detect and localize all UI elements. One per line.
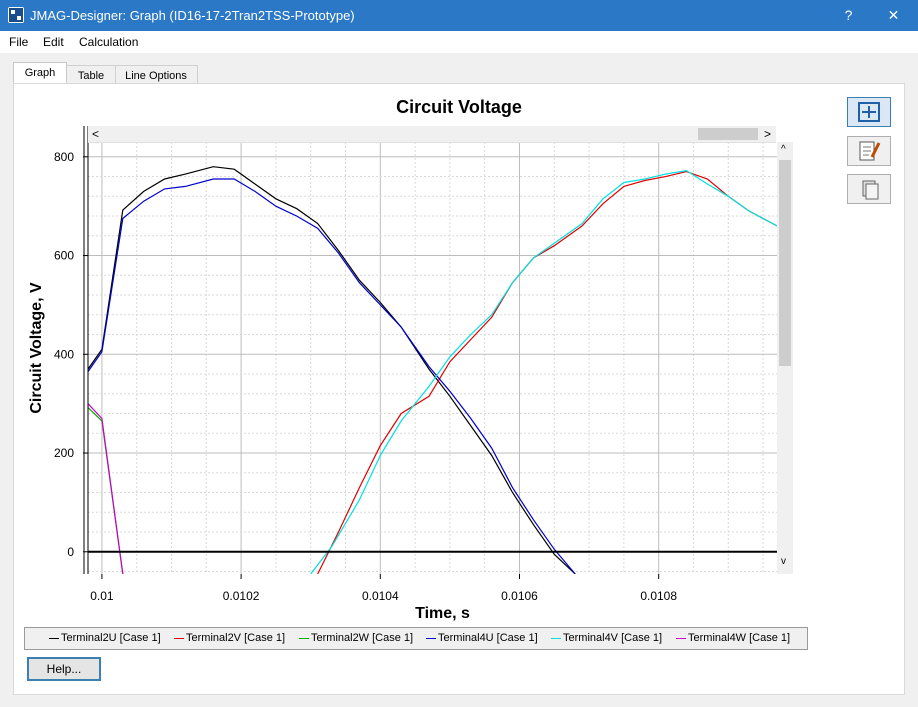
edit-notes-button[interactable] <box>847 136 891 166</box>
legend-item-terminal2w: Terminal2W [Case 1] <box>299 632 413 644</box>
chart-title: Circuit Voltage <box>396 97 522 117</box>
zoom-fit-icon <box>858 102 880 122</box>
tab-graph[interactable]: Graph <box>13 62 67 85</box>
legend-item-terminal4v: Terminal4V [Case 1] <box>551 632 662 644</box>
copy-icon <box>862 180 879 200</box>
menu-file[interactable]: File <box>9 35 28 49</box>
title-bar: JMAG-Designer: Graph (ID16-17-2Tran2TSS-… <box>0 0 918 31</box>
legend-label: Terminal2V [Case 1] <box>186 632 286 644</box>
legend-item-terminal2v: Terminal2V [Case 1] <box>174 632 285 644</box>
legend-label: Terminal4U [Case 1] <box>438 632 538 644</box>
menu-edit[interactable]: Edit <box>43 35 64 49</box>
edit-notes-icon <box>859 141 881 161</box>
scroll-right-arrow-icon[interactable]: > <box>764 126 771 142</box>
copy-button[interactable] <box>847 174 891 204</box>
legend-label: Terminal4W [Case 1] <box>688 632 791 644</box>
legend-swatch <box>174 637 184 639</box>
scroll-down-arrow-icon[interactable]: v <box>781 556 786 567</box>
legend-item-terminal4u: Terminal4U [Case 1] <box>426 632 538 644</box>
help-title-button[interactable]: ? <box>826 0 871 31</box>
graph-tab-page <box>13 83 905 695</box>
help-button[interactable]: Help... <box>27 657 101 681</box>
vertical-scroll-thumb[interactable] <box>779 160 791 366</box>
legend-item-terminal2u: Terminal2U [Case 1] <box>49 632 161 644</box>
horizontal-scrollbar[interactable]: < > <box>88 126 776 143</box>
legend-label: Terminal2U [Case 1] <box>61 632 161 644</box>
legend-item-terminal4w: Terminal4W [Case 1] <box>676 632 790 644</box>
window-title: JMAG-Designer: Graph (ID16-17-2Tran2TSS-… <box>30 8 355 23</box>
legend-label: Terminal2W [Case 1] <box>311 632 414 644</box>
legend-swatch <box>676 637 686 639</box>
chart-legend: Terminal2U [Case 1] Terminal2V [Case 1] … <box>24 627 808 650</box>
menu-calculation[interactable]: Calculation <box>79 35 138 49</box>
legend-label: Terminal4V [Case 1] <box>563 632 663 644</box>
horizontal-scroll-thumb[interactable] <box>698 128 758 140</box>
zoom-fit-button[interactable] <box>847 97 891 127</box>
vertical-scrollbar[interactable]: ^ v <box>777 142 793 574</box>
legend-swatch <box>299 637 309 639</box>
menu-bar: File Edit Calculation <box>0 31 918 53</box>
legend-swatch <box>426 637 436 639</box>
legend-swatch <box>551 637 561 639</box>
close-window-button[interactable]: ✕ <box>871 0 916 31</box>
jmag-app-icon <box>8 7 24 23</box>
scroll-left-arrow-icon[interactable]: < <box>92 126 99 142</box>
scroll-up-arrow-icon[interactable]: ^ <box>781 144 786 155</box>
legend-swatch <box>49 637 59 639</box>
